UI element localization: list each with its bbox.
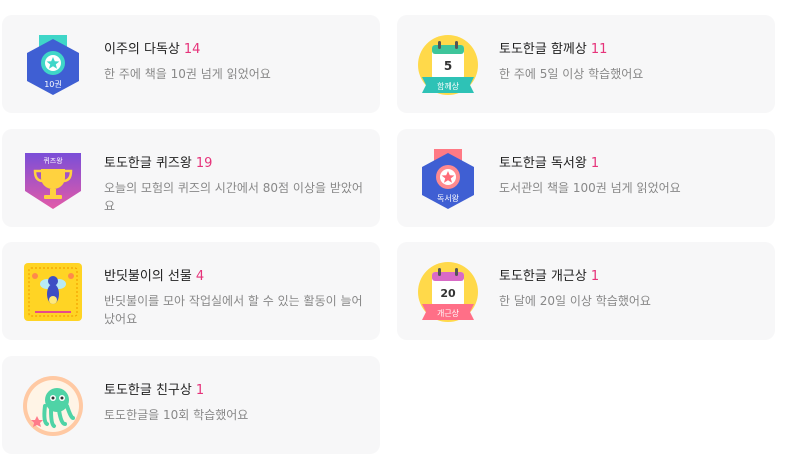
badge-description: 한 주에 책을 10권 넘게 읽었어요 [104,67,271,81]
svg-text:퀴즈왕: 퀴즈왕 [43,156,63,165]
badge-count: 1 [590,156,600,171]
badge-card-firefly-gift: 반딧불이의 선물 4 반딧불이를 모아 작업실에서 할 수 있는 활동이 늘어났어… [2,242,380,340]
quiz-king-trophy-badge-icon: 퀴즈왕 [21,147,85,211]
badge-count: 14 [183,42,201,57]
reading-king-medal-badge-icon: 독서왕 [416,147,480,211]
badge-card-attendance: 20 개근상 토도한글 개근상 1 한 달에 20일 이상 학습했어요 [397,242,775,340]
10-books-badge-icon: 10권 [21,33,85,97]
badge-title: 반딧불이의 선물 4 [104,269,205,284]
svg-text:함께상: 함께상 [437,81,460,91]
badge-card-friend: 토도한글 친구상 1 토도한글을 10회 학습했어요 [2,356,380,454]
badge-count: 4 [195,269,205,284]
badge-title: 토도한글 함께상 11 [499,42,608,57]
badge-title: 토도한글 독서왕 1 [499,156,600,171]
svg-text:10권: 10권 [44,79,62,89]
badge-card-together: 5 함께상 토도한글 함께상 11 한 주에 5일 이상 학습했어요 [397,15,775,113]
badge-description: 오늘의 모험의 퀴즈의 시간에서 80점 이상을 받았어요 [104,181,363,213]
friend-octopus-badge-icon [21,374,85,438]
calendar-together-badge-icon: 5 함께상 [416,33,480,97]
badge-card-reading-king: 독서왕 토도한글 독서왕 1 도서관의 책을 100권 넘게 읽었어요 [397,129,775,227]
badge-card-weekly-reading: 10권 이주의 다독상 14 한 주에 책을 10권 넘게 읽었어요 [2,15,380,113]
badge-description: 반딧불이를 모아 작업실에서 할 수 있는 활동이 늘어났어요 [104,294,363,326]
badge-title: 이주의 다독상 14 [104,42,201,57]
svg-text:개근상: 개근상 [437,308,460,318]
badge-title: 토도한글 친구상 1 [104,383,205,398]
badge-description: 도서관의 책을 100권 넘게 읽었어요 [499,181,681,195]
badge-count: 11 [590,42,608,57]
svg-text:독서왕: 독서왕 [437,194,460,203]
svg-text:5: 5 [444,59,452,73]
badge-description: 한 주에 5일 이상 학습했어요 [499,67,644,81]
badge-title: 토도한글 퀴즈왕 19 [104,156,213,171]
calendar-attendance-badge-icon: 20 개근상 [416,260,480,324]
badge-count: 1 [195,383,205,398]
badge-count: 1 [590,269,600,284]
firefly-gift-badge-icon [21,260,85,324]
svg-text:20: 20 [440,287,456,300]
badge-count: 19 [195,156,213,171]
badge-title: 토도한글 개근상 1 [499,269,600,284]
badge-description: 한 달에 20일 이상 학습했어요 [499,294,651,308]
badge-description: 토도한글을 10회 학습했어요 [104,408,249,422]
badge-card-quiz-king: 퀴즈왕 토도한글 퀴즈왕 19 오늘의 모험의 퀴즈의 시간에서 80점 이상을 … [2,129,380,227]
